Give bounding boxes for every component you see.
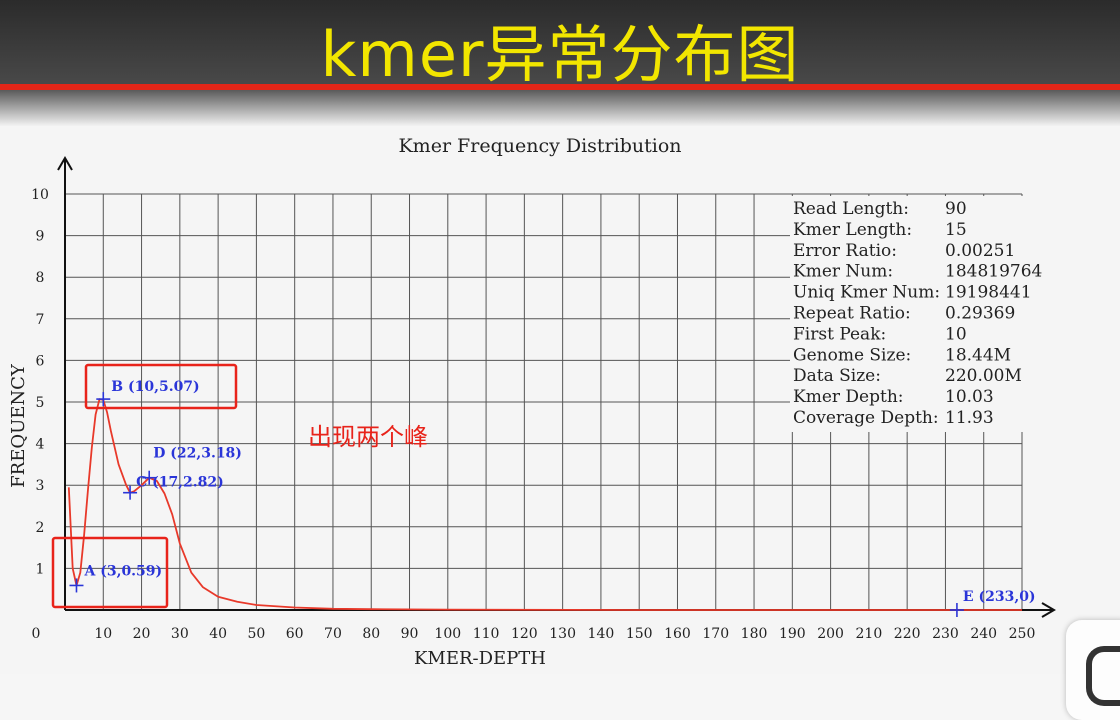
y-tick-label-7: 7 (36, 312, 45, 328)
point-marker-e (949, 603, 964, 617)
x-tick-label-30: 30 (171, 626, 189, 642)
y-axis-label: FREQUENCY (8, 363, 29, 488)
point-label-d: D (22,3.18) (153, 446, 242, 462)
x-tick-label-120: 120 (511, 626, 538, 642)
stats-value-6: 10 (945, 324, 967, 344)
chart-panel: 0 10 20 30 40 50 60 70 80 90 100 110 120 130 140 150 160… (0, 126, 1120, 720)
x-tick-label-80: 80 (362, 626, 380, 642)
x-tick-label-70: 70 (324, 626, 342, 642)
stats-key-10: Coverage Depth: (793, 408, 939, 428)
y-tick-label-9: 9 (36, 229, 45, 245)
x-tick-label-210: 210 (856, 626, 883, 642)
x-tick-label-140: 140 (588, 626, 615, 642)
y-tick-label-10: 10 (31, 187, 49, 203)
stats-value-9: 10.03 (945, 387, 994, 407)
stats-key-6: First Peak: (793, 324, 886, 344)
y-tick-label-8: 8 (36, 270, 45, 286)
point-label-b: B (10,5.07) (111, 379, 199, 395)
y-tick-label-6: 6 (36, 353, 45, 369)
stats-value-8: 220.00M (945, 366, 1022, 386)
stats-key-0: Read Length: (793, 199, 909, 219)
y-tick-label-3: 3 (36, 478, 45, 494)
y-tick-label-5: 5 (36, 395, 45, 411)
x-tick-label-50: 50 (247, 626, 265, 642)
stats-value-0: 90 (945, 199, 967, 219)
stats-value-4: 19198441 (945, 283, 1032, 303)
stats-key-2: Error Ratio: (793, 241, 897, 261)
x-tick-label-90: 90 (401, 626, 419, 642)
x-tick-label-40: 40 (209, 626, 227, 642)
point-label-e: E (233,0) (963, 589, 1036, 605)
x-tick-label-160: 160 (664, 626, 691, 642)
x-tick-label-150: 150 (626, 626, 653, 642)
x-tick-label-190: 190 (779, 626, 806, 642)
y-tick-label-2: 2 (36, 520, 45, 536)
y-tick-label-4: 4 (36, 437, 45, 453)
side-widget[interactable] (1066, 620, 1120, 720)
stats-key-8: Data Size: (793, 366, 881, 386)
point-label-a: A (3,0.59) (83, 563, 162, 579)
stats-value-3: 184819764 (945, 262, 1042, 282)
x-tick-label-240: 240 (970, 626, 997, 642)
slide-banner: kmer异常分布图 (0, 0, 1120, 91)
x-tick-label-130: 130 (549, 626, 576, 642)
x-tick-label-230: 230 (932, 626, 959, 642)
stats-key-9: Kmer Depth: (793, 387, 904, 407)
x-tick-label-170: 170 (702, 626, 729, 642)
x-tick-label-250: 250 (1009, 626, 1036, 642)
x-tick-label-10: 10 (94, 626, 112, 642)
x-tick-label-180: 180 (741, 626, 768, 642)
x-tick-label-100: 100 (434, 626, 461, 642)
x-tick-label-110: 110 (473, 626, 500, 642)
kmer-frequency-chart: 0 10 20 30 40 50 60 70 80 90 100 110 120 130 140 150 160… (8, 135, 1056, 669)
point-marker-c (123, 485, 138, 500)
stats-value-5: 0.29369 (945, 304, 1015, 324)
y-tick-label-1: 1 (36, 561, 45, 577)
x-tick-label-200: 200 (817, 626, 844, 642)
chart-title: Kmer Frequency Distribution (398, 135, 681, 157)
stats-key-5: Repeat Ratio: (793, 304, 911, 324)
stats-key-1: Kmer Length: (793, 220, 912, 240)
x-tick-label-20: 20 (133, 626, 151, 642)
slide-title: kmer异常分布图 (320, 18, 800, 91)
stats-key-7: Genome Size: (793, 345, 911, 365)
stats-value-10: 11.93 (945, 408, 994, 428)
two-peaks-annotation: 出现两个峰 (308, 423, 428, 451)
stats-value-1: 15 (945, 220, 967, 240)
x-tick-label-60: 60 (286, 626, 304, 642)
widget-icon (1086, 646, 1120, 706)
banner-shadow (0, 90, 1120, 126)
x-axis-label: KMER-DEPTH (414, 648, 546, 669)
x-tick-label-0: 0 (32, 626, 41, 642)
x-tick-label-220: 220 (894, 626, 921, 642)
point-marker-a (69, 578, 84, 593)
stats-table: Read Length: 90 Kmer Length: 15 Error Ratio:… (790, 196, 1042, 432)
stats-key-3: Kmer Num: (793, 262, 893, 282)
stats-key-4: Uniq Kmer Num: (793, 283, 940, 303)
stats-value-7: 18.44M (945, 345, 1011, 365)
stats-value-2: 0.00251 (945, 241, 1015, 261)
